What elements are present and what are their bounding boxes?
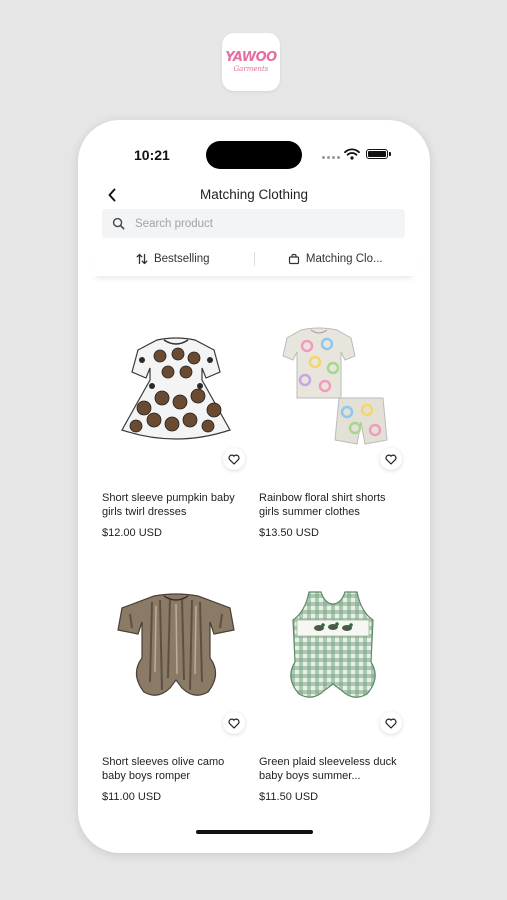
product-name: Short sleeves olive camo baby boys rompe… <box>102 756 225 782</box>
favorite-button[interactable] <box>223 448 245 470</box>
product-price: $13.50 USD <box>259 527 319 539</box>
collection-filter-button[interactable]: Matching Clo... <box>255 253 417 265</box>
collection-label: Matching Clo... <box>305 252 383 265</box>
sort-bestselling-button[interactable]: Bestselling <box>92 253 254 265</box>
product-card[interactable]: Short sleeves olive camo baby boys rompe… <box>102 562 250 826</box>
product-card[interactable]: Green plaid sleeveless duck baby boys su… <box>259 562 407 826</box>
nav-header: Matching Clothing <box>78 180 430 210</box>
product-image <box>102 562 250 740</box>
favorite-button[interactable] <box>380 712 402 734</box>
page-title: Matching Clothing <box>199 187 309 202</box>
product-price: $11.50 USD <box>259 791 319 803</box>
product-grid: Short sleeve pumpkin baby girls twirl dr… <box>102 298 406 826</box>
product-name: Rainbow floral shirt shorts girls summer… <box>259 492 386 518</box>
status-bar: 10:21 <box>78 120 430 180</box>
logo-text: YAWOO <box>225 50 277 65</box>
heart-icon <box>228 718 240 729</box>
product-image <box>259 298 407 476</box>
search-icon <box>112 217 125 230</box>
product-card[interactable]: Rainbow floral shirt shorts girls summer… <box>259 298 407 562</box>
heart-icon <box>228 454 240 465</box>
status-time: 10:21 <box>134 147 170 163</box>
logo-subtext: Garments <box>233 65 269 73</box>
sort-label: Bestselling <box>153 252 210 265</box>
filter-bar: Bestselling Matching Clo... <box>92 241 416 276</box>
app-logo: YAWOO Garments <box>222 33 280 91</box>
favorite-button[interactable] <box>380 448 402 470</box>
search-input[interactable] <box>135 217 385 230</box>
product-price: $11.00 USD <box>102 791 162 803</box>
collection-icon <box>288 253 299 264</box>
favorite-button[interactable] <box>223 712 245 734</box>
signal-icon <box>322 156 340 159</box>
heart-icon <box>385 454 397 465</box>
sort-icon <box>136 253 148 264</box>
phone-frame: 10:21 Matching Clothing Search product B… <box>78 120 430 853</box>
product-card[interactable]: Short sleeve pumpkin baby girls twirl dr… <box>102 298 250 562</box>
wifi-icon <box>344 148 360 160</box>
battery-icon <box>366 149 391 159</box>
dynamic-island <box>206 141 302 169</box>
home-indicator[interactable] <box>196 830 313 834</box>
product-image <box>259 562 407 740</box>
product-price: $12.00 USD <box>102 527 162 539</box>
product-image <box>102 298 250 476</box>
product-name: Short sleeve pumpkin baby girls twirl dr… <box>102 492 235 518</box>
heart-icon <box>385 718 397 729</box>
product-name: Green plaid sleeveless duck baby boys su… <box>259 756 397 782</box>
search-bar[interactable] <box>102 209 405 238</box>
